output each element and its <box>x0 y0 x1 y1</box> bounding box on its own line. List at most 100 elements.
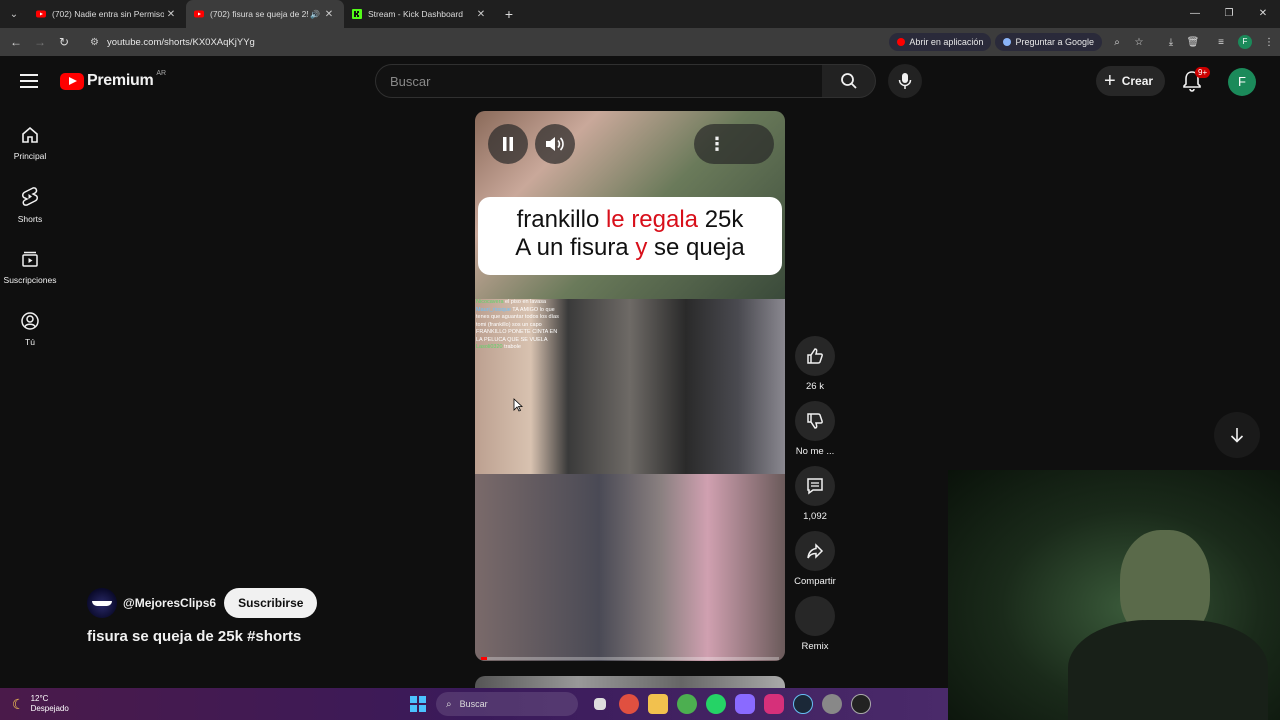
youtube-header: Premium AR + Crear 9+ F <box>0 56 1280 108</box>
file-explorer-icon[interactable] <box>648 694 668 714</box>
url-field[interactable]: ⚙ youtube.com/shorts/KX0XAqKjYYg <box>82 32 883 52</box>
whatsapp-icon[interactable] <box>706 694 726 714</box>
chat-message: trabole <box>504 344 521 350</box>
windows-taskbar: ☾ 12°C Despejado ⌕ Buscar <box>0 688 948 720</box>
channel-name[interactable]: @MejoresClips6 <box>123 596 216 610</box>
thumbs-up-icon <box>807 348 823 364</box>
remix-button[interactable] <box>795 596 835 636</box>
address-toolbar: ← → ↻ ⚙ youtube.com/shorts/KX0XAqKjYYg A… <box>0 28 1280 56</box>
site-info-icon[interactable]: ⚙ <box>90 37 99 48</box>
media-queue-icon[interactable]: ≡ <box>1210 37 1232 48</box>
chat-user: Nicocavera <box>476 299 504 305</box>
search-icon <box>840 73 857 89</box>
open-in-app-button[interactable]: Abrir en aplicación <box>889 33 992 51</box>
sidebar-item-you[interactable]: Tú <box>0 298 60 360</box>
comments-button[interactable] <box>795 466 835 506</box>
sidebar-item-home[interactable]: Principal <box>0 112 60 174</box>
sidebar-item-shorts[interactable]: Shorts <box>0 174 60 236</box>
hamburger-menu-icon[interactable] <box>20 74 38 88</box>
instagram-icon[interactable] <box>764 694 784 714</box>
caption-text: A un fisura <box>515 234 636 261</box>
voice-search-button[interactable] <box>888 64 922 98</box>
menu-kebab-icon[interactable]: ⋮ <box>1258 37 1280 48</box>
video-title[interactable]: fisura se queja de 25k #shorts <box>87 628 301 645</box>
minimize-icon[interactable]: — <box>1178 0 1212 28</box>
chat-line: Lasoli0320 trabole <box>476 344 560 352</box>
comments-count: 1,092 <box>803 511 827 522</box>
forward-icon[interactable]: → <box>28 35 52 49</box>
you-icon <box>21 312 39 330</box>
bookmark-star-icon[interactable]: ☆ <box>1128 37 1150 48</box>
close-tab-icon[interactable]: ✕ <box>164 9 178 20</box>
trash-icon[interactable]: 🗑 <box>1182 37 1204 48</box>
new-tab-button[interactable]: + <box>496 6 522 22</box>
more-options-button[interactable]: ⋮ <box>694 124 774 164</box>
remix-label: Remix <box>801 641 829 652</box>
close-window-icon[interactable]: ✕ <box>1246 0 1280 28</box>
settings-icon[interactable] <box>822 694 842 714</box>
channel-avatar[interactable] <box>87 588 117 618</box>
account-avatar[interactable]: F <box>1228 68 1256 96</box>
sidebar-item-label: Principal <box>13 151 47 161</box>
create-button[interactable]: + Crear <box>1096 66 1166 96</box>
restore-icon[interactable]: ❐ <box>1212 0 1246 28</box>
caption-text: 25k <box>698 206 744 233</box>
window-controls: — ❐ ✕ <box>1178 0 1280 28</box>
dislike-button[interactable] <box>795 401 835 441</box>
obs-icon[interactable] <box>851 694 871 714</box>
youtube-premium-logo[interactable]: Premium AR <box>60 70 166 90</box>
like-count: 26 k <box>806 381 824 392</box>
caption-line-1: frankillo le regala 25k <box>478 206 782 234</box>
caption-highlight: le regala <box>605 206 699 233</box>
next-video-button[interactable] <box>1214 412 1260 458</box>
taskbar-search[interactable]: ⌕ Buscar <box>436 692 578 716</box>
task-view-icon[interactable] <box>594 698 606 710</box>
windows-start-icon[interactable] <box>410 696 426 712</box>
ask-google-button[interactable]: Preguntar a Google <box>995 33 1102 51</box>
video-frame-bottom <box>475 474 785 661</box>
profile-avatar[interactable]: F <box>1238 35 1252 49</box>
tab-title: Stream - Kick Dashboard <box>368 9 463 19</box>
remix-action: Remix <box>790 596 840 661</box>
zoom-icon[interactable]: ⌕ <box>1106 37 1128 48</box>
share-button[interactable] <box>795 531 835 571</box>
pause-button[interactable] <box>488 124 528 164</box>
speaker-icon[interactable]: 🔊 <box>308 10 322 19</box>
tab-search-button[interactable]: ⌄ <box>0 0 28 28</box>
browser-tab-1[interactable]: (702) Nadie entra sin Permiso: ✕ <box>28 0 186 28</box>
chat-line: Nicocavera el piso en lavasa <box>476 299 560 307</box>
search-box <box>375 64 823 98</box>
chat-user: Lasoli0320 <box>476 344 503 350</box>
chrome-profile-icon[interactable] <box>619 694 639 714</box>
caption-highlight: y <box>635 234 648 261</box>
kebab-icon: ⋮ <box>708 133 726 154</box>
back-icon[interactable]: ← <box>4 35 28 49</box>
search-input[interactable] <box>390 73 822 89</box>
sidebar-item-subscriptions[interactable]: Suscripciones <box>0 236 60 298</box>
close-tab-icon[interactable]: ✕ <box>474 9 488 20</box>
reload-icon[interactable]: ↻ <box>52 35 76 49</box>
youtube-icon <box>194 10 204 18</box>
weather-widget[interactable]: ☾ 12°C Despejado <box>12 694 69 714</box>
download-icon[interactable]: ⤓ <box>1160 37 1182 48</box>
close-tab-icon[interactable]: ✕ <box>322 9 336 20</box>
browser-tab-3[interactable]: Stream - Kick Dashboard ✕ <box>344 0 496 28</box>
shorts-video-player[interactable]: ⋮ frankillo le regala 25k A un fisura y … <box>475 111 785 661</box>
like-action: 26 k <box>790 336 840 401</box>
dislike-label: No me ... <box>795 446 835 457</box>
share-label: Compartir <box>794 576 836 587</box>
subscriptions-icon <box>22 251 38 267</box>
search-button[interactable] <box>822 64 876 98</box>
steam-icon[interactable] <box>793 694 813 714</box>
youtube-icon <box>897 38 906 46</box>
video-caption-overlay: frankillo le regala 25k A un fisura y se… <box>478 197 782 275</box>
chrome-icon[interactable] <box>677 694 697 714</box>
like-button[interactable] <box>795 336 835 376</box>
pause-icon <box>503 137 513 151</box>
video-progress-bar[interactable] <box>481 657 779 660</box>
subscribe-button[interactable]: Suscribirse <box>224 588 318 618</box>
arrow-down-icon <box>1230 428 1244 443</box>
browser-tab-2[interactable]: (702) fisura se queja de 25k 🔊 ✕ <box>186 0 344 28</box>
volume-button[interactable] <box>535 124 575 164</box>
copilot-icon[interactable] <box>735 694 755 714</box>
